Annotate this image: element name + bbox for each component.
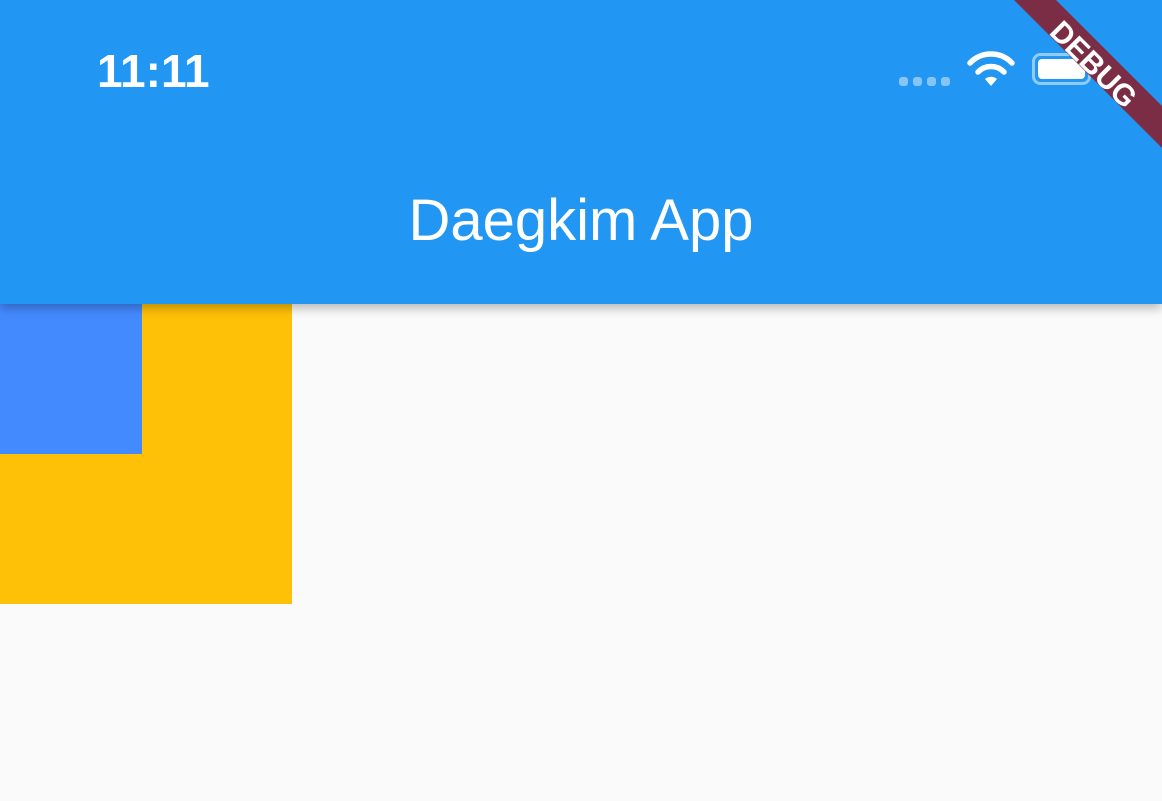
battery-icon — [1032, 53, 1095, 85]
inner-blue-box — [0, 304, 142, 454]
status-time: 11:11 — [97, 45, 210, 97]
signal-dots-icon — [899, 77, 951, 87]
app-title: Daegkim App — [408, 188, 754, 253]
app-screen: 11:11 Daegkim App DEBUG — [0, 0, 1162, 801]
wifi-icon — [967, 51, 1015, 86]
app-bar: 11:11 Daegkim App — [0, 0, 1162, 304]
